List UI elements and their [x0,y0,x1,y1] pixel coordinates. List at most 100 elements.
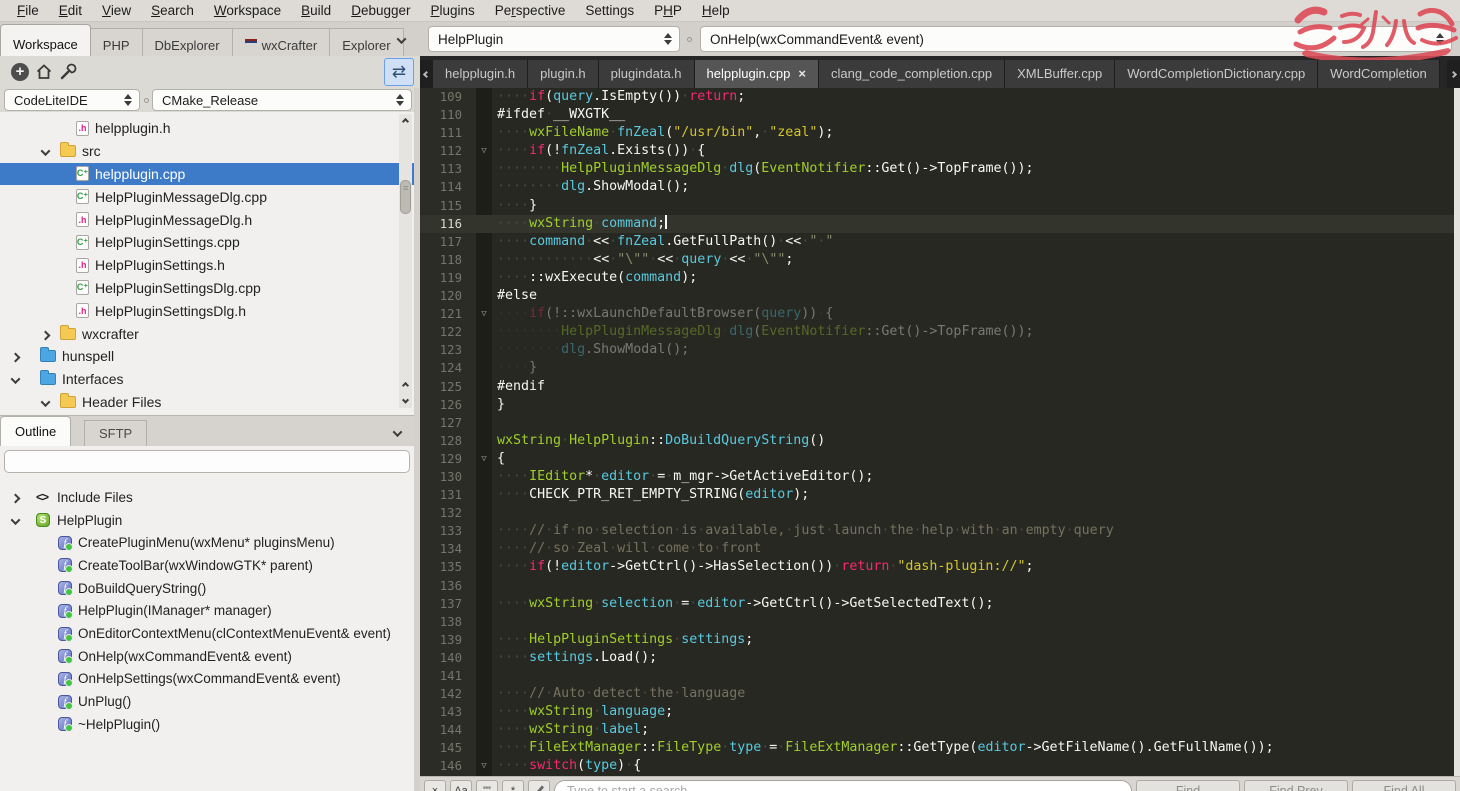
code-line-139[interactable]: 139 ····HelpPluginSettings·settings; [420,630,1460,649]
outline-item-OnHelpSettings(wxCommandEvent& event)[interactable]: f OnHelpSettings(wxCommandEvent& event) [0,668,414,691]
code-line-116[interactable]: 116 ····wxString·command; [420,214,1460,233]
menu-view[interactable]: View [93,1,140,20]
outline-item-OnHelp(wxCommandEvent& event)[interactable]: f OnHelp(wxCommandEvent& event) [0,645,414,668]
scroll-down-arrow[interactable] [399,394,412,408]
code-line-110[interactable]: 110 #ifdef·__WXGTK__ [420,106,1460,125]
code-line-131[interactable]: 131 ····CHECK_PTR_RET_EMPTY_STRING(editor… [420,486,1460,505]
collapsed-arrow-icon[interactable] [10,348,21,364]
file-tree-item-helpplugin.cpp[interactable]: C⁺ helpplugin.cpp [0,162,414,186]
fold-marker-icon[interactable]: ▽ [476,142,492,161]
editor-tab-XMLBuffer.cpp[interactable]: XMLBuffer.cpp [1005,60,1116,88]
menu-edit[interactable]: Edit [50,1,91,20]
code-line-111[interactable]: 111 ····wxFileName·fnZeal("/usr/bin",·"ze… [420,124,1460,143]
expanded-arrow-icon[interactable] [40,394,51,408]
file-tree-item-HelpPluginMessageDlg.h[interactable]: .h HelpPluginMessageDlg.h [0,208,414,231]
code-line-145[interactable]: 145 ····FileExtManager::FileType·type·=·F… [420,739,1460,758]
findbar-close-button[interactable]: × [424,780,446,791]
menu-search[interactable]: Search [142,1,203,20]
code-line-142[interactable]: 142 ····//·Auto·detect·the·language [420,685,1460,704]
findbar-regex-button[interactable]: * [502,780,524,791]
file-tree-item-HelpPluginSettingsDlg.h[interactable]: .h HelpPluginSettingsDlg.h [0,299,414,322]
view-tab-workspace[interactable]: Workspace [0,24,91,56]
code-line-133[interactable]: 133 ····//·if·no·selection·is·available,·… [420,522,1460,541]
findbar-find-all-button[interactable]: Find All [1352,779,1456,791]
code-line-118[interactable]: 118 ············<<·"\""·<<·query·<<·"\""; [420,250,1460,269]
outline-search-input[interactable] [4,450,410,473]
panel-tab-sftp[interactable]: SFTP [84,420,148,446]
code-line-117[interactable]: 117 ····command·<<·fnZeal.GetFullPath()·<… [420,232,1460,251]
find-input[interactable] [554,779,1132,791]
file-tree-item-Header Files[interactable]: Header Files [0,391,414,408]
editor-tab-WordCompletion[interactable]: WordCompletion [1318,60,1440,88]
view-tab-dbexplorer[interactable]: DbExplorer [142,28,233,56]
view-tab-php[interactable]: PHP [90,28,143,56]
scrollbar-thumb[interactable] [400,180,411,214]
menu-debugger[interactable]: Debugger [342,1,419,20]
build-config-combo[interactable]: CMake_Release [152,89,412,111]
code-line-144[interactable]: 144 ····wxString·label; [420,721,1460,740]
tabs-scroll-left-button[interactable] [420,60,433,88]
menu-plugins[interactable]: Plugins [421,1,483,20]
code-line-134[interactable]: 134 ····//·so·Zeal·will·come·to·front [420,540,1460,559]
code-line-132[interactable]: 132 [420,504,1460,523]
code-line-126[interactable]: 126} [420,395,1460,414]
editor-tab-plugin.h[interactable]: plugin.h [528,60,599,88]
fold-marker-icon[interactable]: ▽ [476,305,492,324]
code-line-143[interactable]: 143 ····wxString·language; [420,703,1460,722]
workspace-combo[interactable]: CodeLiteIDE [4,89,140,111]
code-line-136[interactable]: 136 [420,576,1460,595]
outline-item-Include Files[interactable]: <> Include Files [0,486,414,509]
code-line-129[interactable]: 129 ▽ { [420,449,1460,468]
function-combo[interactable]: OnHelp(wxCommandEvent& event) [700,26,1452,52]
findbar-case-sensitive-button[interactable]: Aa [450,780,472,791]
fold-marker-icon[interactable]: ▽ [476,757,492,776]
outline-item-OnEditorContextMenu(clContextMenuEvent& event)[interactable]: f OnEditorContextMenu(clContextMenuEvent&… [0,622,414,645]
code-line-122[interactable]: 122 ········HelpPluginMessageDlg·dlg(Even… [420,323,1460,342]
tabs-scroll-right-button[interactable] [1447,60,1460,88]
menu-workspace[interactable]: Workspace [205,1,290,20]
code-line-113[interactable]: 113 ········HelpPluginMessageDlg·dlg(Even… [420,160,1460,179]
code-line-128[interactable]: 128 wxString·HelpPlugin::DoBuildQueryStri… [420,431,1460,450]
editor-tab-clang_code_completion.cpp[interactable]: clang_code_completion.cpp [818,60,1006,88]
code-line-135[interactable]: 135 ····if(!editor->GetCtrl()->HasSelecti… [420,558,1460,577]
file-tree-item-src[interactable]: src [0,140,414,163]
code-line-146[interactable]: 146 ▽ ····switch(type)·{ [420,757,1460,776]
menu-file[interactable]: File [8,1,48,20]
code-editor[interactable]: 109 ····if(query.IsEmpty())·return; 110 #if… [420,88,1460,776]
menu-php[interactable]: PHP [645,1,691,20]
file-tree-item-helpplugin.h[interactable]: .h helpplugin.h [0,117,414,140]
file-tree-item-Interfaces[interactable]: Interfaces [0,368,414,391]
outline-item-CreateToolBar(wxWindowGTK* parent)[interactable]: f CreateToolBar(wxWindowGTK* parent) [0,554,414,577]
scroll-up-arrow[interactable] [399,114,412,128]
view-tab-wxcrafter[interactable]: wxCrafter [232,28,331,56]
code-line-130[interactable]: 130 ····IEditor*·editor·=·m_mgr->GetActiv… [420,467,1460,487]
editor-tab-helpplugin.h[interactable]: helpplugin.h [433,60,529,88]
file-tree-scrollbar[interactable] [399,114,412,408]
outline-item-~HelpPlugin()[interactable]: f ~HelpPlugin() [0,713,414,736]
code-line-120[interactable]: 120 #else [420,287,1460,306]
code-line-115[interactable]: 115 ····} [420,196,1460,215]
scope-combo[interactable]: HelpPlugin [428,26,680,52]
code-line-127[interactable]: 127 [420,413,1460,432]
file-tree-item-HelpPluginSettingsDlg.cpp[interactable]: C⁺ HelpPluginSettingsDlg.cpp [0,277,414,300]
code-line-137[interactable]: 137 ····wxString·selection·=·editor->GetC… [420,594,1460,613]
file-tree-item-HelpPluginMessageDlg.cpp[interactable]: C⁺ HelpPluginMessageDlg.cpp [0,185,414,208]
code-line-141[interactable]: 141 [420,667,1460,686]
expanded-arrow-icon[interactable] [40,143,51,159]
link-editor-button[interactable]: + [8,59,32,85]
expanded-arrow-icon[interactable] [10,371,21,387]
editor-tab-WordCompletionDictionary.cpp[interactable]: WordCompletionDictionary.cpp [1115,60,1319,88]
settings-button[interactable] [56,59,80,85]
collapsed-arrow-icon[interactable] [40,326,51,342]
outline-item-HelpPlugin[interactable]: S HelpPlugin [0,509,414,532]
findbar-whole-word-button[interactable]: "" [476,780,498,791]
code-line-124[interactable]: 124 ····} [420,359,1460,378]
panel-tab-outline[interactable]: Outline [0,416,72,446]
collapse-all-button[interactable] [32,59,56,85]
menu-build[interactable]: Build [292,1,340,20]
menu-settings[interactable]: Settings [576,1,643,20]
panel-tabs-overflow-button[interactable] [384,421,410,445]
code-line-140[interactable]: 140 ····settings.Load(); [420,648,1460,667]
menu-help[interactable]: Help [693,1,739,20]
file-tree-item-HelpPluginSettings.cpp[interactable]: C⁺ HelpPluginSettings.cpp [0,231,414,254]
